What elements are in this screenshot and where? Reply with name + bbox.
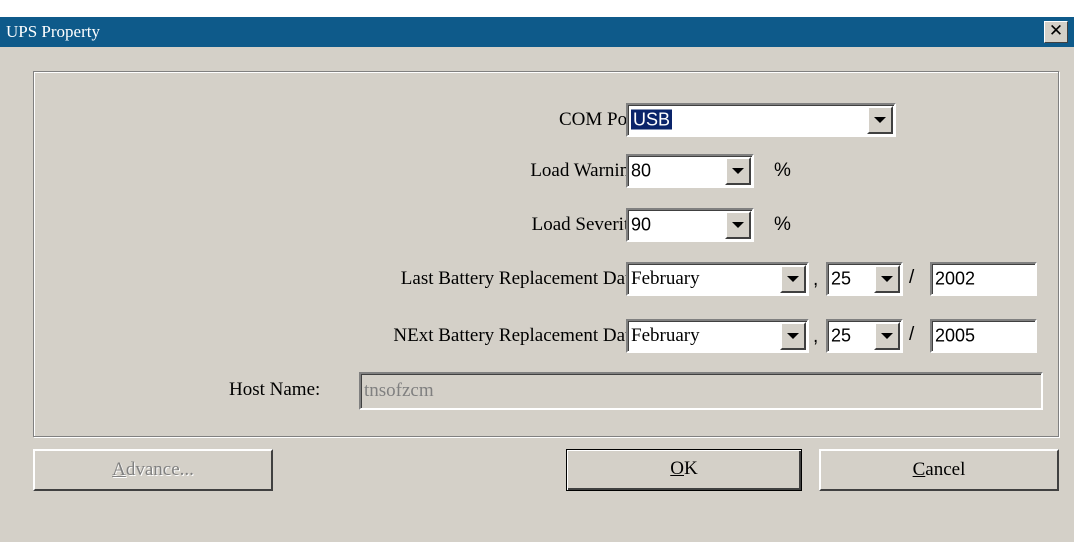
chevron-down-icon[interactable] — [867, 106, 893, 134]
chevron-down-icon[interactable] — [874, 265, 900, 293]
host-name-label: Host Name: — [229, 379, 321, 400]
chevron-down-icon[interactable] — [725, 157, 751, 185]
cancel-button[interactable]: Cancel — [819, 449, 1059, 491]
host-name-value: tnsofzcm — [364, 380, 434, 401]
load-severity-unit: % — [774, 214, 791, 235]
host-name-input[interactable]: tnsofzcm — [359, 372, 1043, 410]
load-warning-label: Load Warning: — [530, 160, 644, 181]
last-battery-day-select[interactable]: 25 — [826, 262, 903, 296]
com-port-label: COM Port: — [559, 109, 644, 130]
chevron-down-icon[interactable] — [874, 322, 900, 350]
load-severity-value: 90 — [631, 214, 652, 235]
next-battery-day-select[interactable]: 25 — [826, 319, 903, 353]
last-battery-comma: , — [813, 269, 819, 290]
load-severity-select[interactable]: 90 — [626, 208, 754, 242]
close-button[interactable]: ✕ — [1044, 21, 1068, 43]
last-battery-year-input[interactable]: 2002 — [930, 262, 1037, 296]
load-warning-value: 80 — [631, 160, 652, 181]
last-battery-slash: / — [909, 267, 915, 288]
next-battery-month-value: February — [631, 325, 700, 346]
next-battery-year-value: 2005 — [935, 325, 976, 346]
chevron-down-icon[interactable] — [780, 265, 806, 293]
load-severity-label: Load Severity: — [531, 214, 644, 235]
ok-button[interactable]: OK — [566, 449, 802, 491]
last-battery-year-value: 2002 — [935, 268, 976, 289]
settings-group: COM Port: USB Load Warning: 80 % Load Se… — [33, 71, 1059, 437]
next-battery-year-input[interactable]: 2005 — [930, 319, 1037, 353]
com-port-select[interactable]: USB — [626, 103, 896, 137]
ups-property-dialog: UPS Property ✕ COM Port: USB Load Warnin… — [0, 17, 1074, 542]
com-port-value: USB — [631, 109, 673, 130]
close-icon: ✕ — [1048, 21, 1064, 41]
last-battery-month-value: February — [631, 268, 700, 289]
next-battery-slash: / — [909, 324, 915, 345]
next-battery-month-select[interactable]: February — [626, 319, 809, 353]
last-battery-month-select[interactable]: February — [626, 262, 809, 296]
advance-button[interactable]: Advance... — [33, 449, 273, 491]
load-warning-unit: % — [774, 160, 791, 181]
next-battery-day-value: 25 — [831, 325, 852, 346]
window-title: UPS Property — [6, 22, 100, 41]
chevron-down-icon[interactable] — [780, 322, 806, 350]
next-battery-label: NExt Battery Replacement Date: — [393, 325, 644, 346]
last-battery-label: Last Battery Replacement Date: — [400, 268, 644, 289]
last-battery-day-value: 25 — [831, 268, 852, 289]
title-bar: UPS Property ✕ — [0, 17, 1074, 47]
chevron-down-icon[interactable] — [725, 211, 751, 239]
next-battery-comma: , — [813, 326, 819, 347]
load-warning-select[interactable]: 80 — [626, 154, 754, 188]
